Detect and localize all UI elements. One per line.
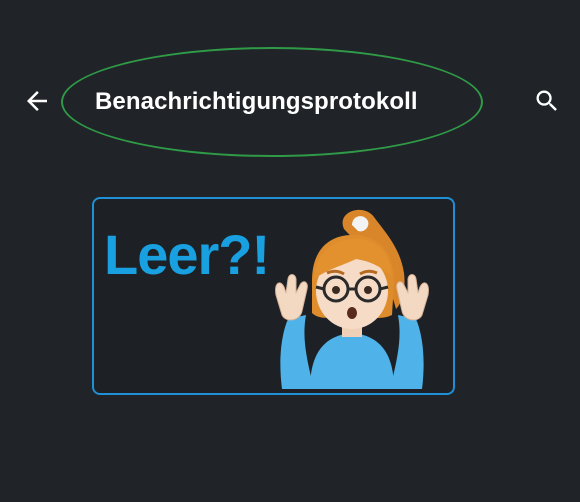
- empty-state-card: Leer?!: [92, 197, 455, 395]
- arrow-left-icon: [27, 91, 47, 111]
- shrugging-girl-emoji: [275, 209, 429, 389]
- page-title: Benachrichtigungsprotokoll: [95, 88, 418, 115]
- back-button[interactable]: [20, 84, 54, 118]
- empty-state-text: Leer?!: [104, 223, 270, 286]
- app-bar: Benachrichtigungsprotokoll: [0, 0, 580, 200]
- search-button[interactable]: [530, 84, 564, 118]
- search-icon: [536, 90, 557, 111]
